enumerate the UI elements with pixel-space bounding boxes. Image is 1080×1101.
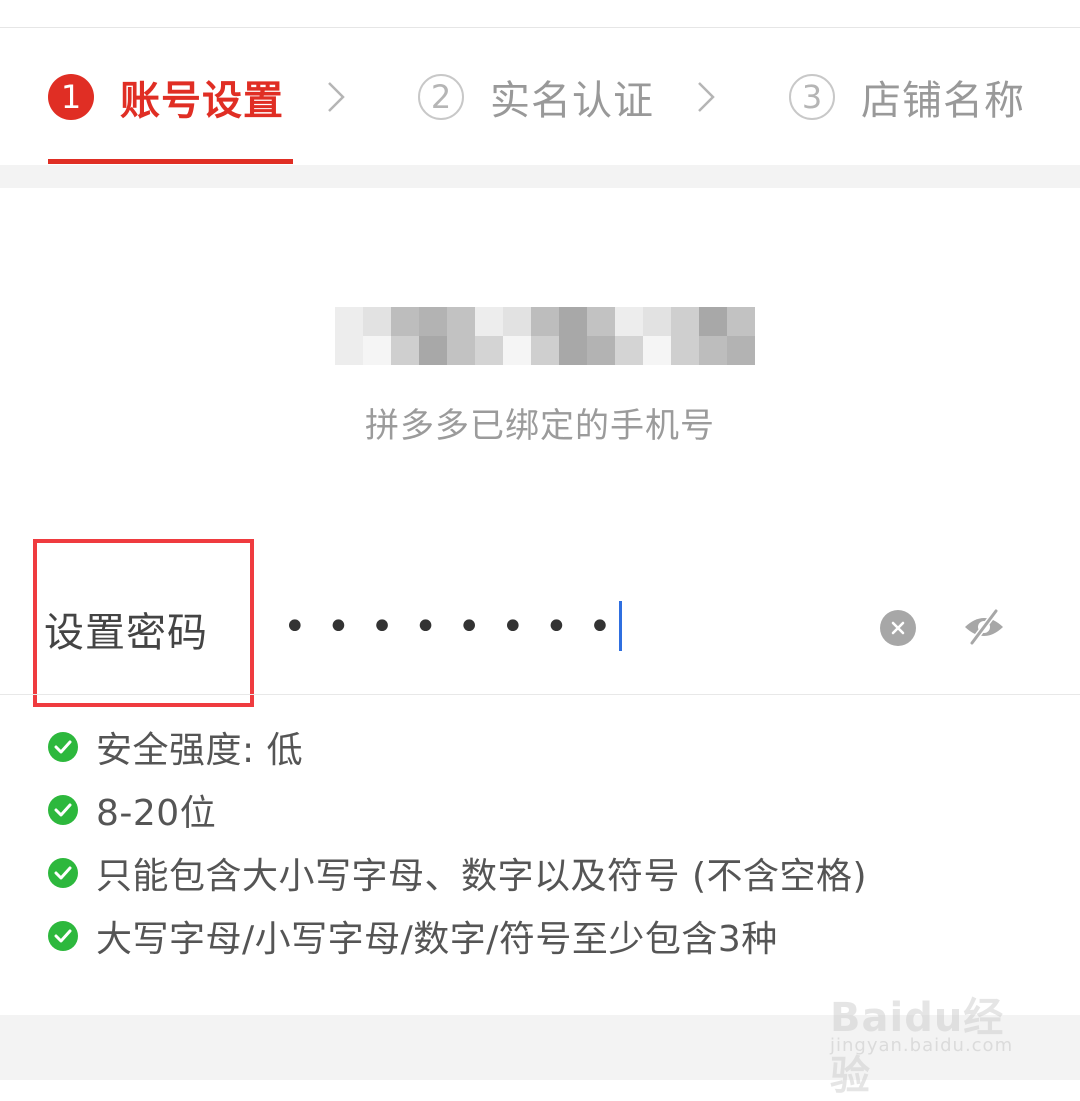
- mask-pixel: [503, 336, 531, 365]
- rule-item: 大写字母/小写字母/数字/符号至少包含3种: [48, 904, 867, 967]
- active-step-underline: [48, 159, 293, 164]
- mask-pixel: [643, 336, 671, 365]
- mask-pixel: [699, 307, 727, 336]
- mask-pixel: [447, 336, 475, 365]
- rule-text: 大写字母/小写字母/数字/符号至少包含3种: [96, 918, 778, 960]
- step-label-real-name: 实名认证: [490, 77, 654, 124]
- step-number-3: 3: [789, 73, 835, 120]
- mask-pixel: [531, 307, 559, 336]
- rule-item: 安全强度: 低: [48, 715, 867, 778]
- highlight-box: [33, 539, 254, 707]
- chevron-right-icon: [695, 28, 717, 165]
- input-underline: [0, 694, 1080, 695]
- mask-pixel: [503, 307, 531, 336]
- rule-item: 只能包含大小写字母、数字以及符号 (不含空格): [48, 841, 867, 904]
- mask-pixel: [363, 307, 391, 336]
- mask-pixel: [391, 307, 419, 336]
- mask-pixel: [391, 336, 419, 365]
- mask-pixel: [335, 336, 363, 365]
- mask-pixel: [475, 307, 503, 336]
- text-caret: [619, 601, 622, 651]
- mask-pixel: [447, 307, 475, 336]
- mask-pixel: [671, 307, 699, 336]
- mask-pixel: [335, 307, 363, 336]
- mask-pixel: [587, 336, 615, 365]
- password-rules: 安全强度: 低 8-20位 只能包含大小写字母、数字以及符号 (不含空格) 大写…: [48, 715, 867, 967]
- mask-pixel: [671, 336, 699, 365]
- check-circle-icon: [48, 794, 78, 825]
- watermark-url: jingyan.baidu.com: [830, 1035, 1014, 1056]
- step-real-name[interactable]: 2 实名认证: [418, 28, 654, 165]
- step-label-account-settings: 账号设置: [120, 77, 284, 124]
- mask-pixel: [475, 336, 503, 365]
- step-number-2: 2: [418, 73, 464, 120]
- eye-off-icon[interactable]: [962, 607, 1006, 647]
- mask-pixel: [727, 336, 755, 365]
- mask-pixel: [615, 307, 643, 336]
- rule-text: 安全强度: 低: [96, 729, 304, 771]
- phone-hint: 拼多多已绑定的手机号: [365, 406, 715, 446]
- mask-pixel: [727, 307, 755, 336]
- chevron-right-icon: [325, 28, 347, 165]
- mask-pixel: [699, 336, 727, 365]
- check-circle-icon: [48, 857, 78, 888]
- rule-text: 只能包含大小写字母、数字以及符号 (不含空格): [96, 855, 868, 897]
- mask-pixel: [531, 336, 559, 365]
- mask-pixel: [363, 336, 391, 365]
- step-number-1: 1: [48, 73, 94, 120]
- mask-pixel: [559, 307, 587, 336]
- rule-item: 8-20位: [48, 778, 867, 841]
- check-circle-icon: [48, 920, 78, 951]
- masked-phone-number: [335, 307, 755, 365]
- mask-pixel: [643, 307, 671, 336]
- mask-pixel: [615, 336, 643, 365]
- step-account-settings[interactable]: 1 账号设置: [48, 28, 284, 165]
- step-tabs: 1 账号设置 2 实名认证 3 店铺名称: [0, 28, 1080, 165]
- clear-icon[interactable]: [880, 610, 916, 646]
- section-separator: [0, 165, 1080, 188]
- rule-text: 8-20位: [96, 792, 217, 834]
- watermark: Baidu经验 jingyan.baidu.com: [830, 960, 1030, 1099]
- check-circle-icon: [48, 731, 78, 762]
- mask-pixel: [419, 336, 447, 365]
- mask-pixel: [419, 307, 447, 336]
- step-shop-name[interactable]: 3 店铺名称: [789, 28, 1025, 165]
- password-input[interactable]: ••••••••: [283, 604, 632, 650]
- step-label-shop-name: 店铺名称: [861, 77, 1025, 124]
- mask-pixel: [559, 336, 587, 365]
- mask-pixel: [587, 307, 615, 336]
